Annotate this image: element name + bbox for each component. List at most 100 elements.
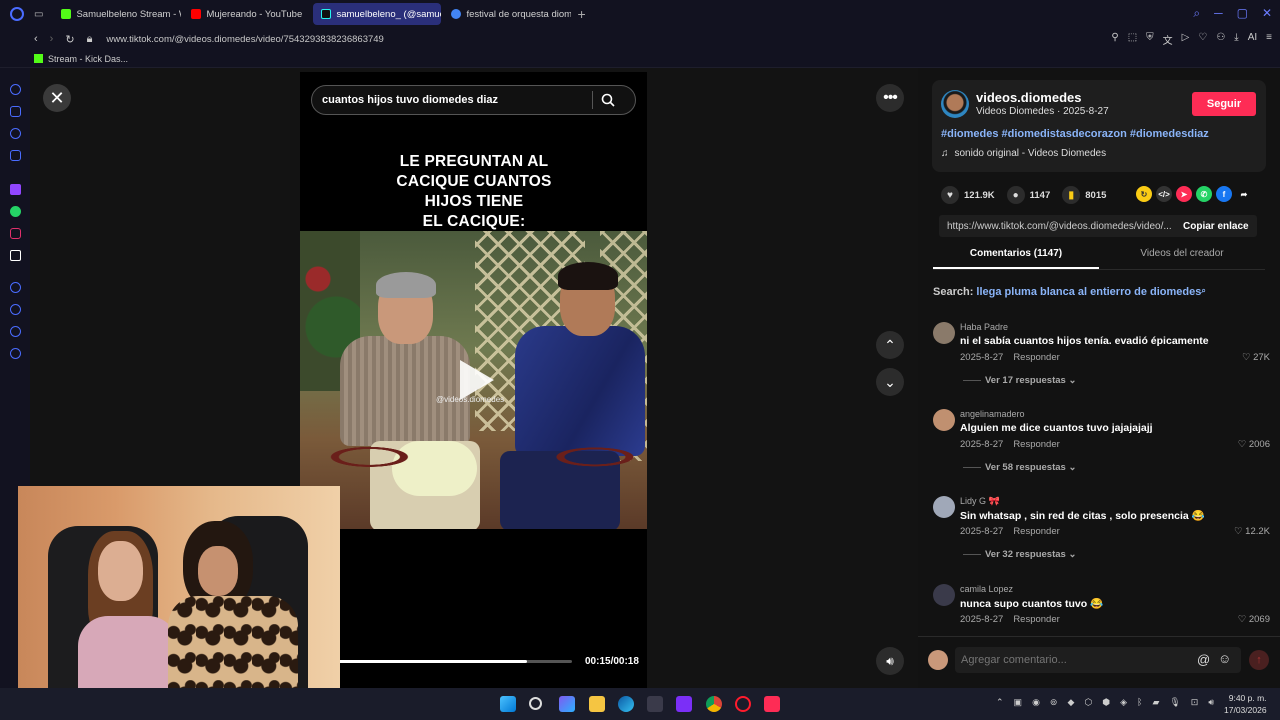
snapshot-icon[interactable]: ⬚	[1128, 32, 1137, 47]
show-hidden-icons[interactable]: ⌃	[996, 697, 1004, 708]
comment-likes[interactable]: ♡ 2069	[1238, 614, 1270, 625]
next-video-button[interactable]: ⌄	[876, 368, 904, 396]
follow-button[interactable]: Seguir	[1192, 92, 1256, 116]
reload-icon[interactable]: ↻	[65, 33, 74, 46]
new-tab-button[interactable]: +	[577, 6, 585, 22]
network-icon[interactable]: ⊡	[1191, 697, 1199, 708]
whatsapp-share-icon[interactable]: ✆	[1196, 186, 1212, 202]
comment-likes[interactable]: ♡ 27K	[1242, 352, 1270, 363]
save-action[interactable]: ▮ 8015	[1062, 186, 1106, 204]
video-editor-icon[interactable]	[676, 696, 692, 712]
translate-icon[interactable]: 文	[1163, 32, 1173, 47]
previous-video-button[interactable]: ⌃	[876, 331, 904, 359]
video-link[interactable]: https://www.tiktok.com/@videos.diomedes/…	[939, 221, 1175, 232]
refresh-icon[interactable]	[10, 84, 21, 95]
extensions-icon[interactable]	[10, 326, 21, 337]
send-comment-button[interactable]: ↑	[1249, 650, 1269, 670]
tiktok-taskbar-icon[interactable]	[764, 696, 780, 712]
player-sidebar-icon[interactable]	[10, 282, 21, 293]
embed-icon[interactable]: </>	[1156, 186, 1172, 202]
twitch-icon[interactable]	[10, 184, 21, 195]
comment-likes[interactable]: ♡ 12.2K	[1234, 526, 1270, 537]
reply-button[interactable]: Responder	[1013, 526, 1059, 537]
play-icon[interactable]	[460, 360, 494, 400]
pin-icon[interactable]: ⚲	[1111, 32, 1118, 47]
author-avatar[interactable]	[941, 90, 969, 118]
search-suggestion-link[interactable]: llega pluma blanca al entierro de diomed…	[976, 286, 1201, 298]
mention-icon[interactable]: @	[1197, 652, 1210, 667]
tray-app-icon[interactable]: ⬡	[1084, 697, 1092, 708]
minimize-icon[interactable]: ─	[1214, 6, 1223, 21]
share-arrow-icon[interactable]: ➦	[1236, 186, 1252, 202]
reply-button[interactable]: Responder	[1013, 352, 1059, 363]
view-replies-button[interactable]: Ver 32 respuestas ⌄	[963, 549, 1076, 560]
player-icon[interactable]: ▷	[1182, 32, 1190, 47]
aria-icon[interactable]	[10, 106, 21, 117]
emoji-icon[interactable]: ☺	[1218, 651, 1231, 666]
bookmark-kick-dashboard[interactable]: Stream - Kick Das...	[48, 54, 128, 64]
send-icon[interactable]: ➤	[1176, 186, 1192, 202]
tiktok-sidebar-icon[interactable]	[10, 250, 21, 261]
tray-app-icon[interactable]: ▣	[1014, 697, 1023, 708]
store-icon[interactable]	[647, 696, 663, 712]
copy-link-button[interactable]: Copiar enlace	[1183, 221, 1249, 232]
author-username[interactable]: videos.diomedes	[976, 90, 1081, 105]
search-icon[interactable]	[593, 86, 623, 114]
tray-app-icon[interactable]: ◉	[1032, 697, 1040, 708]
opera-taskbar-icon[interactable]	[735, 696, 751, 712]
instagram-icon[interactable]	[10, 228, 21, 239]
commenter-avatar[interactable]	[933, 322, 955, 344]
tray-app-icon[interactable]: ◈	[1120, 697, 1127, 708]
commenter-name[interactable]: Lidy G 🎀	[960, 496, 1000, 507]
search-input[interactable]	[312, 94, 592, 106]
forward-icon[interactable]: ›	[50, 33, 54, 46]
aria-ai-icon[interactable]: AI	[1248, 32, 1257, 47]
video-progress-bar[interactable]	[310, 660, 572, 663]
chrome-icon[interactable]	[706, 696, 722, 712]
menu-icon[interactable]: ≡	[1266, 32, 1272, 47]
taskbar-clock[interactable]: 9:40 p. m. 17/03/2026	[1224, 692, 1267, 716]
commenter-avatar[interactable]	[933, 584, 955, 606]
view-replies-button[interactable]: Ver 58 respuestas ⌄	[963, 462, 1076, 473]
commenter-avatar[interactable]	[933, 409, 955, 431]
reply-button[interactable]: Responder	[1013, 439, 1059, 450]
tab-tiktok[interactable]: samuelbeleno_ (@samueli	[313, 3, 442, 25]
comment-action[interactable]: ● 1147	[1006, 186, 1050, 204]
hashtags[interactable]: #diomedes #diomedistasdecorazon #diomede…	[941, 128, 1209, 140]
comment-likes[interactable]: ♡ 2006	[1238, 439, 1270, 450]
like-action[interactable]: ♥ 121.9K	[941, 186, 995, 204]
file-explorer-icon[interactable]	[589, 696, 605, 712]
account-icon[interactable]: ⚇	[1216, 32, 1225, 47]
close-window-icon[interactable]: ✕	[1262, 6, 1272, 21]
tray-app-icon[interactable]: ⬢	[1102, 697, 1110, 708]
tab-google[interactable]: festival de orquesta diome	[443, 3, 571, 25]
more-options-button[interactable]: •••	[876, 84, 904, 112]
whatsapp-icon[interactable]	[10, 206, 21, 217]
workspaces-icon[interactable]: ▭	[34, 9, 43, 20]
commenter-name[interactable]: camila Lopez	[960, 584, 1013, 594]
heart-icon[interactable]: ♡	[1198, 32, 1207, 47]
adblock-shield-icon[interactable]: ⛨	[1146, 32, 1154, 47]
opera-logo-icon[interactable]	[10, 7, 24, 21]
taskbar-search-icon[interactable]	[529, 697, 542, 710]
edge-icon[interactable]	[618, 696, 634, 712]
view-replies-button[interactable]: Ver 17 respuestas ⌄	[963, 375, 1076, 386]
tab-comments[interactable]: Comentarios (1147)	[933, 248, 1099, 269]
commenter-name[interactable]: Haba Padre	[960, 322, 1008, 332]
nvidia-icon[interactable]: ▰	[1152, 697, 1159, 708]
commenter-name[interactable]: angelinamadero	[960, 409, 1025, 419]
url-text[interactable]: www.tiktok.com/@videos.diomedes/video/75…	[106, 34, 383, 45]
commenter-avatar[interactable]	[933, 496, 955, 518]
windows-start-icon[interactable]	[500, 696, 516, 712]
repost-icon[interactable]: ↻	[1136, 186, 1152, 202]
search-tabs-icon[interactable]: ⌕	[1193, 6, 1200, 21]
m-app-icon[interactable]	[10, 150, 21, 161]
copilot-icon[interactable]	[559, 696, 575, 712]
bluetooth-icon[interactable]: ᛒ	[1137, 697, 1142, 708]
sound-link[interactable]: ♫ sonido original - Videos Diomedes	[941, 148, 1106, 159]
close-video-button[interactable]: ✕	[43, 84, 71, 112]
tray-app-icon[interactable]: ⊚	[1050, 697, 1058, 708]
reply-button[interactable]: Responder	[1013, 614, 1059, 625]
maximize-icon[interactable]: ▢	[1237, 6, 1248, 21]
tab-creator-videos[interactable]: Videos del creador	[1099, 248, 1265, 269]
